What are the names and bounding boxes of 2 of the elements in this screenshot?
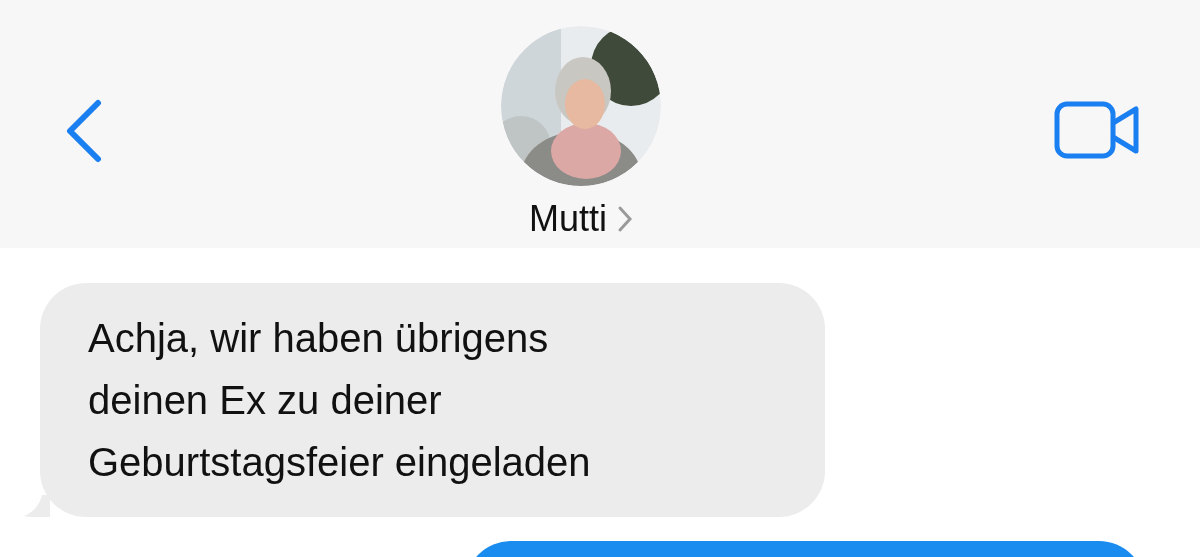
contact-name-button[interactable]: Mutti: [529, 192, 633, 246]
message-text: Achja, wir haben übrigens deinen Ex zu deiner Geburtstagsfeier eingeladen: [88, 315, 592, 486]
